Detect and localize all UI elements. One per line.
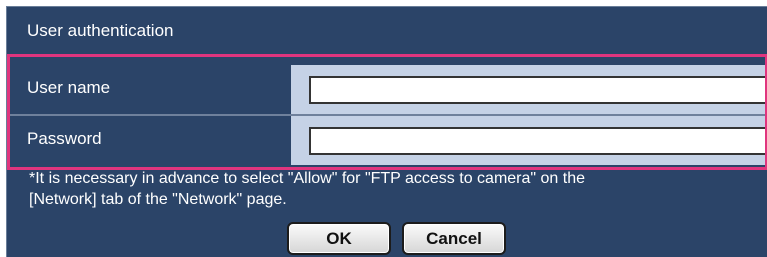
dialog-title: User authentication xyxy=(27,21,174,40)
cancel-button[interactable]: Cancel xyxy=(402,222,506,255)
ftp-access-note: *It is necessary in advance to select "A… xyxy=(29,168,759,210)
ok-button[interactable]: OK xyxy=(287,222,391,255)
highlight-frame xyxy=(7,54,767,170)
user-authentication-dialog: User authentication User name Password *… xyxy=(6,6,767,257)
note-line-2: [Network] tab of the "Network" page. xyxy=(29,191,287,208)
note-line-1: *It is necessary in advance to select "A… xyxy=(29,170,585,187)
